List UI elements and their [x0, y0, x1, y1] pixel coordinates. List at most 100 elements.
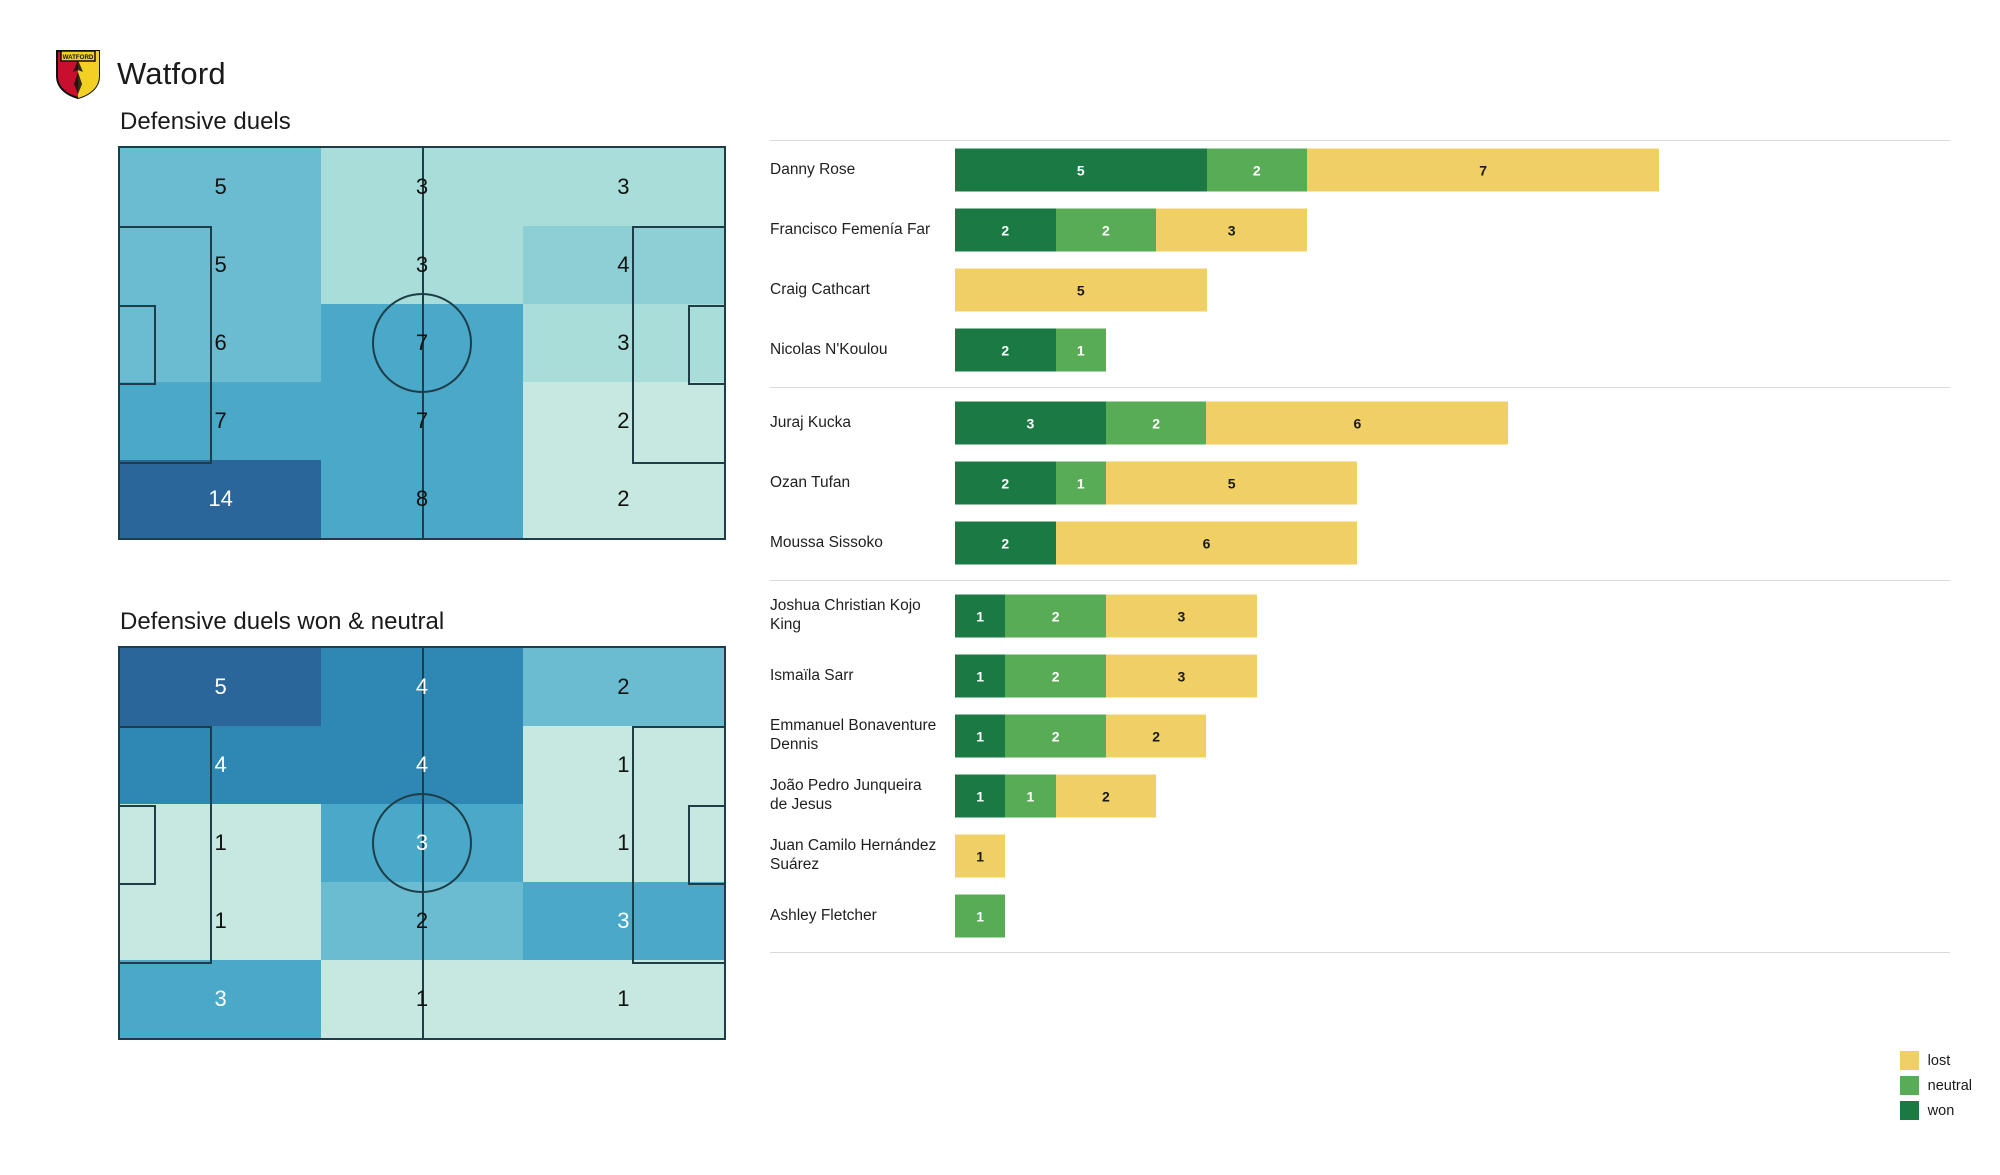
bar-segment-lost[interactable]: 7 — [1307, 148, 1660, 192]
stacked-bar[interactable]: 223 — [955, 208, 1308, 252]
stacked-bar[interactable]: 527 — [955, 148, 1660, 192]
heatmap-cell-r2-c1: 4 — [120, 726, 322, 804]
bar-segment-lost[interactable]: 2 — [1105, 714, 1207, 758]
bar-segment-won[interactable]: 2 — [955, 328, 1056, 372]
heatmap-cell-r1-c2: 3 — [321, 148, 523, 226]
stacked-bar[interactable]: 122 — [955, 714, 1207, 758]
heatmap-cell-r4-c2: 7 — [321, 382, 523, 460]
bar-segment-lost[interactable]: 5 — [955, 268, 1207, 312]
stacked-bar[interactable]: 123 — [955, 654, 1257, 698]
bar-segment-lost[interactable]: 6 — [1206, 401, 1509, 445]
bar-segment-neutral[interactable]: 2 — [1005, 654, 1106, 698]
heatmap-cell-value: 1 — [214, 908, 227, 933]
bar-segment-won[interactable]: 1 — [955, 654, 1006, 698]
heatmap-cell-value: 4 — [214, 752, 227, 777]
bar-segment-won[interactable]: 1 — [955, 714, 1006, 758]
legend-label: won — [1927, 1102, 1955, 1119]
bar-segment-neutral[interactable]: 2 — [1005, 594, 1106, 638]
stacked-bar[interactable]: 326 — [955, 401, 1509, 445]
bar-track: 122 — [955, 706, 1950, 766]
bar-segment-neutral[interactable]: 1 — [1055, 461, 1106, 505]
bar-row: Danny Rose 5 2 7 — [770, 140, 1950, 200]
bar-row: Juan Camilo Hernández Suárez 1 — [770, 826, 1950, 886]
heatmap-cell-r3-c3: 3 — [522, 304, 724, 382]
heatmap-cell-value: 3 — [617, 908, 630, 933]
heatmap-cell-r2-c1: 5 — [120, 226, 322, 304]
bar-segment-won[interactable]: 2 — [955, 461, 1056, 505]
heatmap-cell-value: 5 — [214, 174, 227, 199]
stacked-bar[interactable]: 21 — [955, 328, 1106, 372]
heatmap-cell-value: 1 — [617, 752, 630, 777]
bar-track: 123 — [955, 646, 1950, 706]
player-name-label: Juan Camilo Hernández Suárez — [770, 837, 937, 873]
bar-segment-lost[interactable]: 5 — [1105, 461, 1358, 505]
stacked-bar[interactable]: 215 — [955, 461, 1358, 505]
bar-segment-neutral[interactable]: 1 — [1005, 774, 1056, 818]
heatmap-cell-r3-c3: 1 — [522, 804, 724, 882]
heatmap-cell-r4-c1: 1 — [120, 882, 322, 960]
heatmap-cell-value: 2 — [415, 908, 429, 933]
group-divider — [770, 386, 1950, 388]
bar-row: Ismaïla Sarr 1 2 3 — [770, 646, 1950, 706]
legend-item-won[interactable]: won — [1899, 1101, 1972, 1120]
heatmap-cell-value: 1 — [415, 986, 429, 1011]
stacked-bar[interactable]: 123 — [955, 594, 1257, 638]
bar-segment-neutral[interactable]: 1 — [1055, 328, 1106, 372]
bar-segment-lost[interactable]: 3 — [1156, 208, 1308, 252]
bar-segment-neutral[interactable]: 1 — [955, 894, 1006, 938]
heatmap-cell-value: 7 — [415, 408, 429, 433]
pitch-title-defensive-duels: Defensive duels — [120, 108, 291, 135]
heatmap-cell-value: 3 — [415, 174, 429, 199]
stacked-bar[interactable]: 1 — [955, 834, 1006, 878]
heatmap-cell-value: 3 — [415, 830, 429, 855]
heatmap-cell-r3-c1: 1 — [120, 804, 322, 882]
heatmap-cell-r3-c2: 7 — [321, 304, 523, 382]
bar-track: 1 — [955, 886, 1950, 946]
player-name-label: Ismaïla Sarr — [770, 666, 854, 684]
player-name-label: Ozan Tufan — [770, 473, 851, 491]
legend-item-neutral[interactable]: neutral — [1899, 1076, 1972, 1095]
heatmap-cell-value: 7 — [214, 408, 227, 433]
player-name-label: Ashley Fletcher — [770, 906, 877, 924]
heatmap-cell-value: 4 — [617, 252, 630, 277]
bar-segment-won[interactable]: 2 — [955, 208, 1056, 252]
bar-segment-neutral[interactable]: 2 — [1206, 148, 1308, 192]
legend-item-lost[interactable]: lost — [1899, 1051, 1972, 1070]
bar-track: 223 — [955, 200, 1950, 260]
bar-row: Francisco Femenía Far 2 2 3 — [770, 200, 1950, 260]
bar-segment-lost[interactable]: 6 — [1055, 521, 1358, 565]
bar-row: Ashley Fletcher 1 — [770, 886, 1950, 946]
heatmap-cell-r4-c3: 3 — [522, 882, 724, 960]
bar-segment-neutral[interactable]: 2 — [1105, 401, 1207, 445]
bar-segment-won[interactable]: 1 — [955, 594, 1006, 638]
player-name-label: Joshua Christian Kojo King — [770, 597, 921, 633]
heatmap-cell-value: 14 — [208, 486, 233, 511]
bar-segment-won[interactable]: 1 — [955, 774, 1006, 818]
heatmap-cell-r4-c3: 2 — [522, 382, 724, 460]
bar-segment-lost[interactable]: 3 — [1105, 654, 1257, 698]
stacked-bar[interactable]: 112 — [955, 774, 1157, 818]
svg-text:WATFORD: WATFORD — [63, 54, 94, 61]
stacked-bar[interactable]: 1 — [955, 894, 1006, 938]
bar-segment-won[interactable]: 2 — [955, 521, 1056, 565]
bar-segment-neutral[interactable]: 2 — [1055, 208, 1157, 252]
bar-segment-lost[interactable]: 3 — [1105, 594, 1257, 638]
pitch-title-defensive-duels-won-neutral: Defensive duels won & neutral — [120, 608, 445, 635]
heatmap-cell-r2-c2: 3 — [321, 226, 523, 304]
player-name-label: Nicolas N'Koulou — [770, 340, 888, 358]
stacked-bar[interactable]: 26 — [955, 521, 1358, 565]
heatmap-cell-value: 8 — [415, 486, 429, 511]
heatmap-cell-r5-c2: 8 — [321, 460, 523, 538]
bar-segment-lost[interactable]: 1 — [955, 834, 1006, 878]
bar-row: Nicolas N'Koulou 2 1 — [770, 320, 1950, 380]
bar-segment-lost[interactable]: 2 — [1055, 774, 1157, 818]
stacked-bar[interactable]: 5 — [955, 268, 1207, 312]
player-name-label: Danny Rose — [770, 160, 856, 178]
bar-segment-won[interactable]: 3 — [955, 401, 1106, 445]
bar-segment-neutral[interactable]: 2 — [1005, 714, 1106, 758]
bar-row: Emmanuel Bonaventure Dennis 1 2 2 — [770, 706, 1950, 766]
heatmap-cell-r5-c2: 1 — [321, 960, 523, 1038]
bar-segment-won[interactable]: 5 — [955, 148, 1207, 192]
heatmap-cell-r3-c2: 3 — [321, 804, 523, 882]
team-header: WATFORD Watford — [55, 48, 226, 100]
